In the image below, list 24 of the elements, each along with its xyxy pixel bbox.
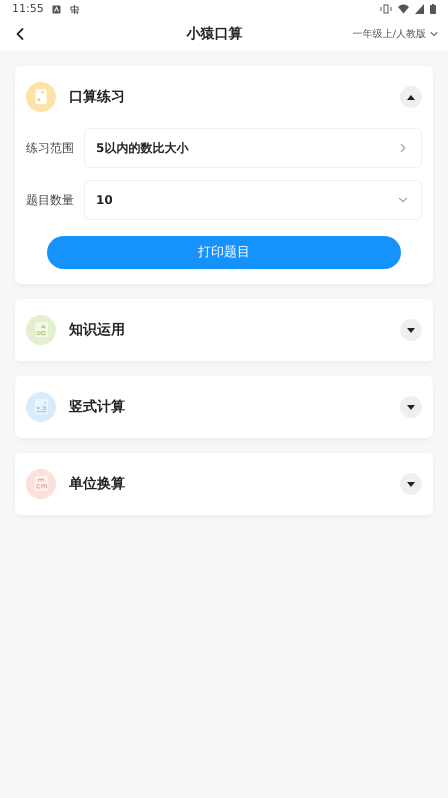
section-title: 口算练习 [69, 88, 126, 106]
collapse-button[interactable] [400, 86, 422, 108]
notification-icon [52, 4, 61, 14]
grade-selector[interactable]: 一年级上/人教版 [352, 26, 440, 42]
triangle-up-icon [407, 94, 415, 100]
select-field[interactable]: 10 [84, 180, 422, 220]
triangle-down-icon [407, 328, 415, 332]
status-time: 11:55 [12, 0, 44, 17]
signal-icon [415, 4, 424, 14]
expand-button[interactable] [400, 473, 422, 495]
section-title: 竖式计算 [69, 398, 126, 416]
page-title: 小猿口算 [186, 24, 242, 44]
vibrate-icon [380, 4, 392, 14]
triangle-down-icon [407, 404, 415, 410]
picker-field[interactable]: 5以内的数比大小 [84, 128, 422, 168]
field-label: 练习范围 [26, 140, 75, 157]
section-title: 单位换算 [69, 474, 126, 494]
triangle-down-icon [407, 482, 415, 486]
expand-button[interactable] [400, 319, 422, 341]
expand-button[interactable] [400, 396, 422, 418]
wifi-icon [398, 4, 409, 14]
battery-icon [430, 4, 436, 14]
section-title: 知识运用 [69, 320, 126, 340]
field-label: 题目数量 [26, 192, 75, 209]
